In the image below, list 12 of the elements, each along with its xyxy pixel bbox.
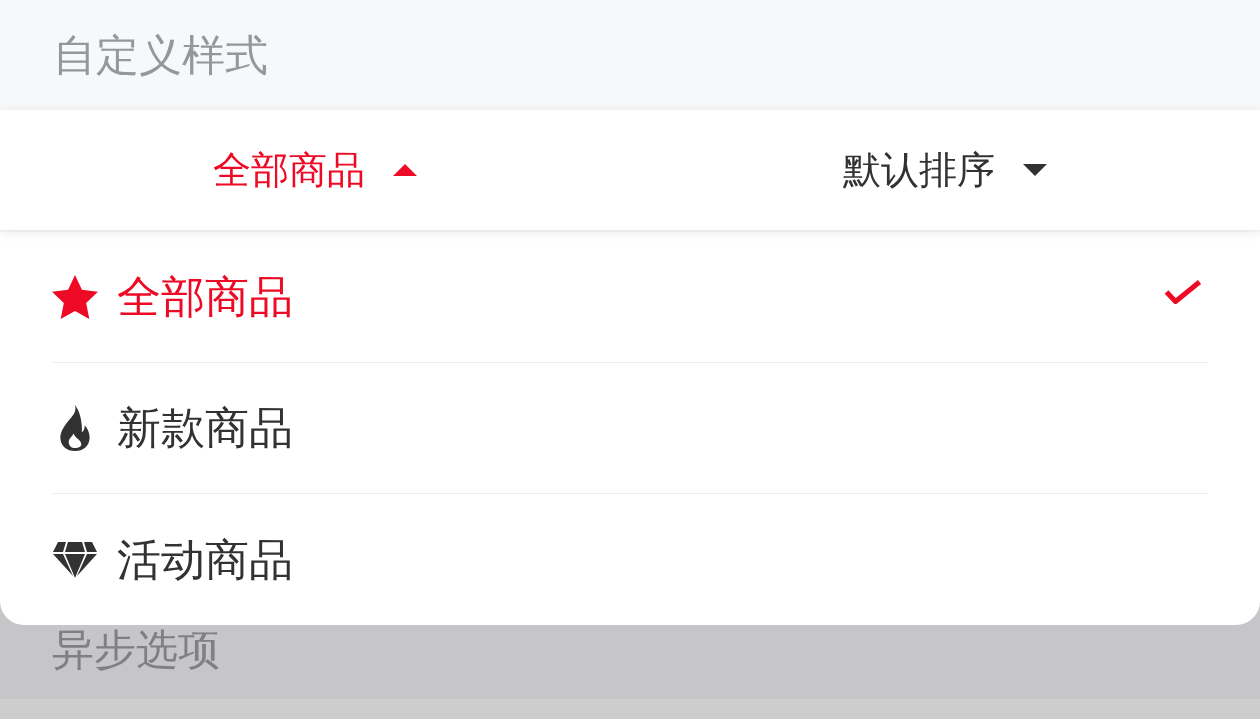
dropdown-menu-item[interactable]: 默认排序 <box>630 110 1260 230</box>
check-icon <box>1164 279 1202 305</box>
dropdown-option[interactable]: 活动商品 <box>0 494 1260 625</box>
dropdown-menu-item[interactable]: 全部商品 <box>0 110 630 230</box>
caret-up-icon <box>393 164 417 176</box>
caret-down-icon <box>1023 164 1047 176</box>
star-icon <box>52 275 98 319</box>
diamond-icon <box>53 541 97 578</box>
dropdown-option[interactable]: 全部商品 <box>0 232 1260 363</box>
dropdown-option[interactable]: 新款商品 <box>0 363 1260 494</box>
section-title: 异步选项 <box>52 625 220 674</box>
section-title: 自定义样式 <box>53 33 268 77</box>
